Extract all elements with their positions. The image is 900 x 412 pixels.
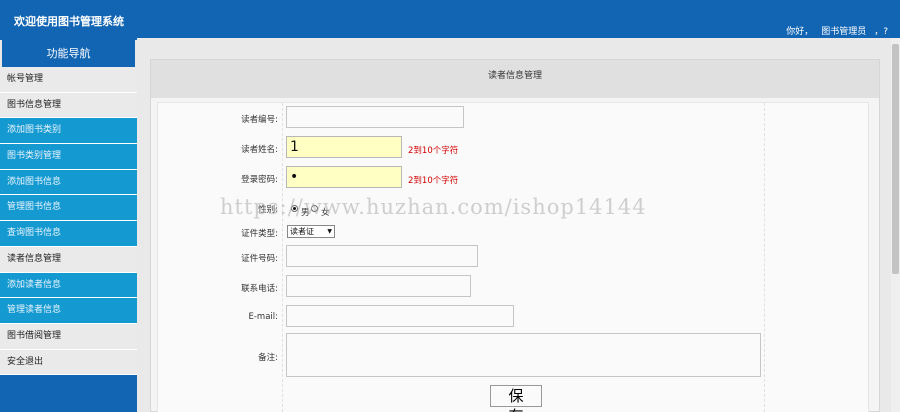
id-type-label: 证件类型: [241, 229, 278, 239]
nav-list: 帐号管理 图书信息管理 添加图书类别 图书类别管理 添加图书信息 管理图书信息 查询图书信息… [0, 67, 137, 376]
remark-textarea[interactable] [286, 333, 761, 377]
chevron-down-icon: ▼ [327, 228, 332, 235]
id-type-value: 读者证 [290, 227, 314, 236]
sidebar-item[interactable]: 查询图书信息 [0, 221, 137, 247]
scrollbar-thumb[interactable] [892, 44, 899, 274]
phone-label: 联系电话: [241, 284, 278, 294]
gender-label: 性别: [258, 205, 278, 215]
user-suffix: ，? [874, 27, 888, 37]
reader-name-hint: 2到10个字符 [408, 146, 459, 156]
sidebar-item[interactable]: 添加读者信息 [0, 272, 137, 299]
sidebar: 功能导航 帐号管理 图书信息管理 添加图书类别 图书类别管理 添加图书信息 管理图书信息查… [0, 38, 137, 412]
greeting-text: 你好， [786, 27, 814, 37]
reader-name-label: 读者姓名: [241, 145, 278, 155]
sidebar-item[interactable]: 安全退出 [0, 349, 137, 376]
save-button[interactable]: 保存 [490, 385, 542, 412]
password-label: 登录密码: [241, 175, 278, 185]
sidebar-item[interactable]: 帐号管理 [0, 67, 137, 93]
gender-radio-male[interactable] [291, 205, 298, 212]
sidebar-item[interactable]: 添加图书类别 [0, 118, 137, 145]
reader-id-input[interactable] [286, 106, 464, 128]
page-scrollbar[interactable] [891, 38, 900, 412]
user-info: 你好， 图书管理员 ，? [778, 24, 888, 37]
sidebar-item[interactable]: 添加图书信息 [0, 169, 137, 196]
page-title: 读者信息管理 [151, 60, 879, 98]
nav-title: 功能导航 [0, 40, 137, 67]
remark-label: 备注: [258, 353, 278, 363]
email-label: E-mail: [248, 312, 278, 322]
phone-input[interactable] [286, 275, 471, 297]
id-number-input[interactable] [286, 245, 478, 267]
id-number-label: 证件号码: [241, 254, 278, 264]
reader-form: 读者编号: 读者姓名: 2到10个字符 登录密码: 2到10个字符 性别: 男 … [157, 102, 869, 412]
email-input[interactable] [286, 305, 514, 327]
reader-id-label: 读者编号: [241, 115, 278, 125]
sidebar-item[interactable]: 管理图书信息 [0, 195, 137, 222]
reader-name-input[interactable] [286, 136, 402, 158]
top-header: 欢迎使用图书管理系统 你好， 图书管理员 ，? [0, 0, 900, 38]
gender-female-label: 女 [321, 208, 330, 218]
sidebar-item[interactable]: 图书信息管理 [0, 92, 137, 119]
id-type-select[interactable]: 读者证 ▼ [287, 225, 335, 238]
password-hint: 2到10个字符 [408, 176, 459, 186]
app-title: 欢迎使用图书管理系统 [14, 15, 124, 28]
password-input[interactable] [286, 166, 402, 188]
gender-male-label: 男 [301, 208, 310, 218]
sidebar-item[interactable]: 管理读者信息 [0, 298, 137, 324]
sidebar-item[interactable]: 读者信息管理 [0, 246, 137, 273]
column-divider [282, 103, 283, 412]
gender-radio-female[interactable] [311, 205, 318, 212]
sidebar-item[interactable]: 图书类别管理 [0, 144, 137, 170]
column-divider [764, 103, 765, 412]
user-role: 图书管理员 [821, 27, 867, 37]
sidebar-item[interactable]: 图书借阅管理 [0, 323, 137, 350]
main-panel: 读者信息管理 读者编号: 读者姓名: 2到10个字符 登录密码: 2到10个字符… [150, 59, 880, 412]
